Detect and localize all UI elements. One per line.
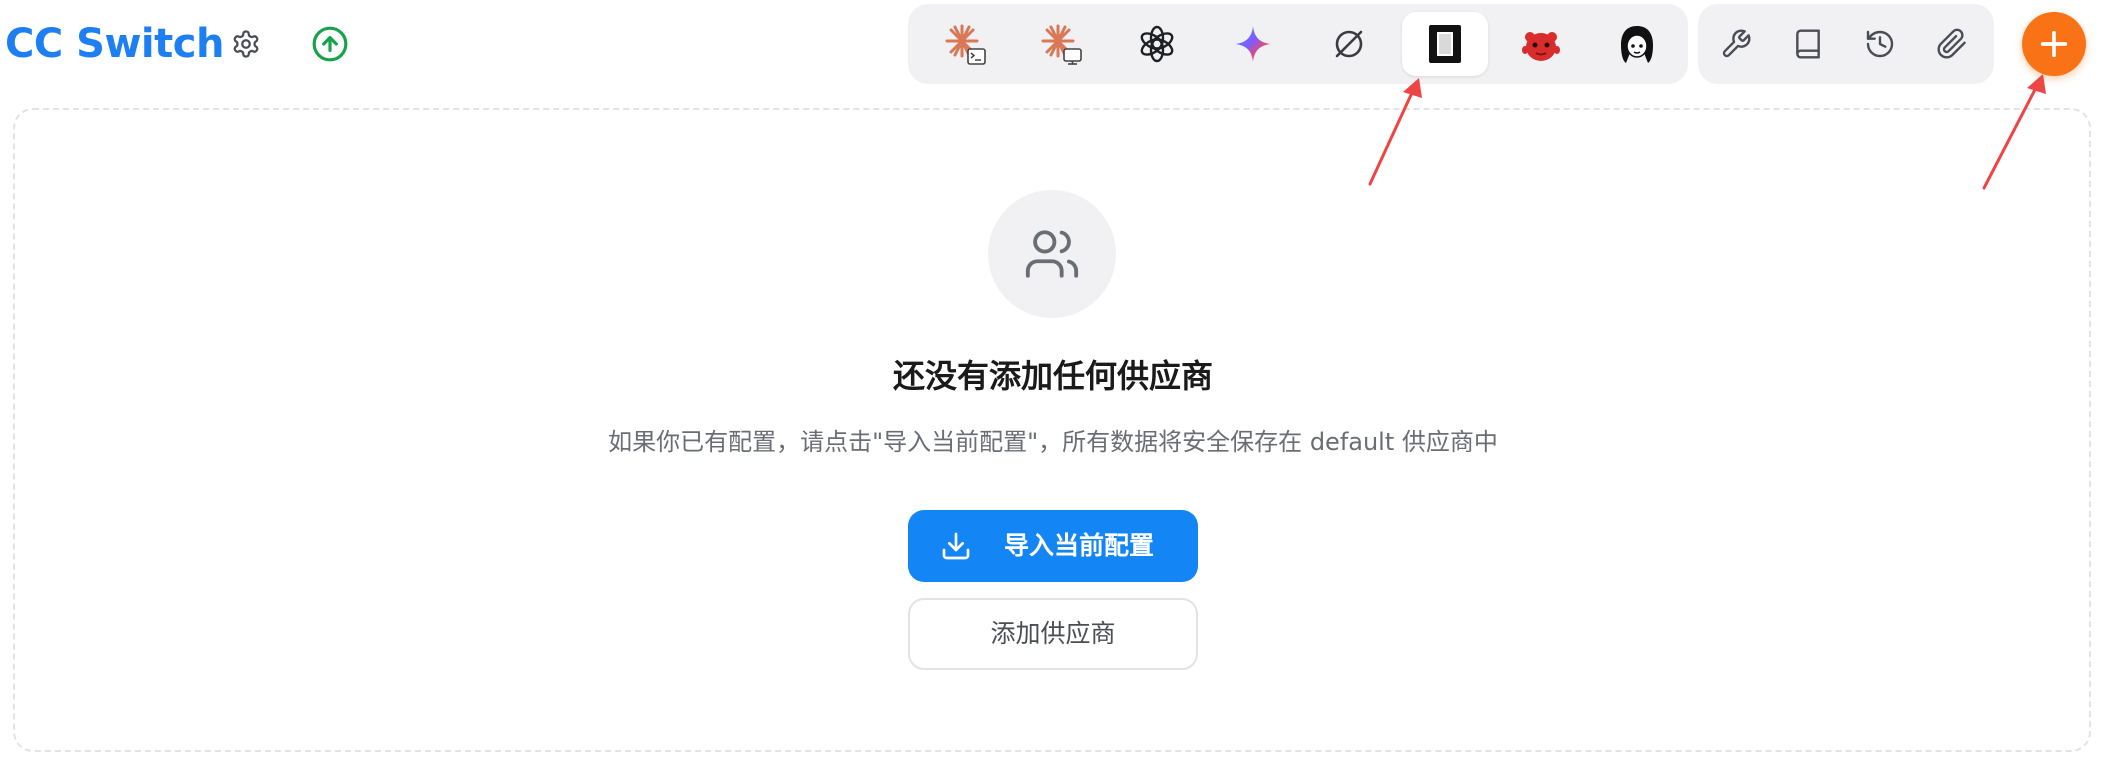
tools-bar [1698, 4, 1994, 84]
tools-button[interactable] [1710, 18, 1762, 70]
tab-claude-desktop[interactable] [1018, 12, 1104, 76]
app-title: CC Switch [5, 21, 224, 67]
gemini-sparkle-icon [1235, 26, 1271, 62]
empty-state-icon-circle [988, 190, 1116, 318]
empty-state-title: 还没有添加任何供应商 [892, 357, 1213, 395]
annotation-arrowhead-add [2027, 74, 2046, 94]
history-icon [1866, 30, 1894, 58]
slashed-circle-icon [1335, 30, 1363, 58]
black-square-icon [1429, 25, 1461, 63]
add-provider-fab[interactable] [2022, 12, 2086, 76]
import-config-label: 导入当前配置 [1004, 531, 1155, 560]
claude-desktop-icon [1041, 24, 1082, 65]
tab-claude-code[interactable] [922, 12, 1008, 76]
arrow-up-circle-icon [312, 26, 348, 62]
gear-icon [233, 30, 259, 58]
settings-button[interactable] [221, 19, 271, 69]
import-config-button[interactable]: 导入当前配置 [908, 510, 1198, 582]
wrench-icon [1722, 29, 1751, 58]
red-creature-icon [1522, 32, 1560, 61]
app-window: CC Switch 还没有添加任何供应商 如果你已有配置，请点击"导入当前配置"… [0, 0, 2106, 770]
tab-codex[interactable] [1114, 12, 1200, 76]
update-button[interactable] [305, 19, 355, 69]
openai-icon [1140, 25, 1174, 63]
girl-avatar-icon [1621, 26, 1653, 63]
tab-app-6[interactable] [1402, 12, 1488, 76]
download-icon [942, 532, 970, 560]
tab-app-7[interactable] [1498, 12, 1584, 76]
book-icon [1796, 29, 1820, 59]
app-switcher [908, 4, 1688, 84]
plus-icon [2040, 30, 2068, 58]
empty-state-description: 如果你已有配置，请点击"导入当前配置"，所有数据将安全保存在 default 供… [608, 428, 1498, 456]
users-icon [1025, 230, 1079, 278]
history-button[interactable] [1854, 18, 1906, 70]
tab-gemini[interactable] [1210, 12, 1296, 76]
claude-terminal-icon [945, 24, 986, 65]
attachments-button[interactable] [1926, 18, 1978, 70]
paperclip-icon [1937, 28, 1966, 59]
add-provider-button[interactable]: 添加供应商 [908, 598, 1198, 670]
docs-button[interactable] [1782, 18, 1834, 70]
tab-opencode[interactable] [1306, 12, 1392, 76]
tab-app-8[interactable] [1594, 12, 1680, 76]
